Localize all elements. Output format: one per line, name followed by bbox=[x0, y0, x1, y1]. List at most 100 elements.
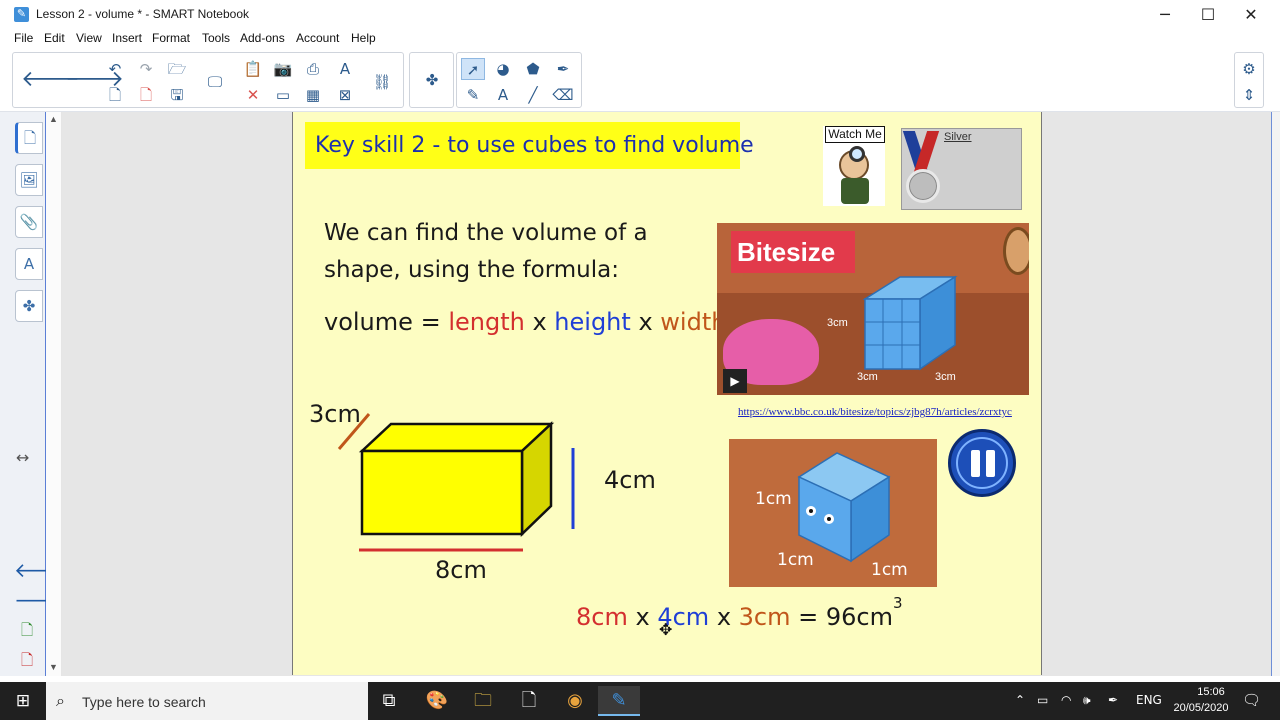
detective-body bbox=[841, 178, 869, 204]
menu-insert[interactable]: Insert bbox=[112, 31, 142, 45]
move-toolbar-icon[interactable]: ⇕ bbox=[1237, 84, 1261, 106]
menu-add-ons[interactable]: Add-ons bbox=[240, 31, 285, 45]
document-app-icon[interactable]: 🗋 bbox=[508, 686, 550, 716]
silver-medal-card[interactable]: Silver bbox=[901, 128, 1022, 210]
volume-answer[interactable]: 8cm x 4cm x 3cm = 96cm3 bbox=[576, 594, 903, 631]
previous-page-icon[interactable]: 🡐 bbox=[14, 558, 68, 582]
line-tool-icon[interactable]: ╱ bbox=[521, 84, 545, 106]
fit-screen-icon[interactable]: ⊠ bbox=[333, 84, 357, 106]
toolbar-settings-group: ⚙ ⇕ bbox=[1234, 52, 1264, 108]
magnifying-glass-icon bbox=[849, 146, 865, 162]
task-view-icon[interactable]: ⧉ bbox=[368, 686, 410, 716]
clock-date[interactable]: 20/05/2020 bbox=[1168, 702, 1234, 714]
pause-bar-right bbox=[986, 450, 995, 477]
eraser-icon[interactable]: ⌫ bbox=[551, 84, 575, 106]
close-button[interactable]: ✕ bbox=[1228, 0, 1274, 30]
next-page-icon[interactable]: 🡒 bbox=[14, 588, 68, 612]
watch-me-image[interactable]: Watch Me bbox=[823, 126, 885, 206]
minimize-button[interactable]: ─ bbox=[1142, 0, 1188, 30]
display-icon[interactable]: 🖵 bbox=[203, 71, 227, 93]
side-tab-bar: 🗋 🖼 📎 A ✤ ↔ 🡐 🡒 🗋 🗋 bbox=[0, 112, 68, 676]
open-folder-icon[interactable]: 🗁 bbox=[165, 58, 189, 80]
shapes-icon[interactable]: ◕ bbox=[491, 58, 515, 80]
toolbar-addons-group: ✤ bbox=[409, 52, 454, 108]
scroll-up-icon[interactable]: ▲ bbox=[49, 114, 58, 124]
screen-capture-icon[interactable]: 📷 bbox=[271, 58, 295, 80]
delete-icon[interactable]: ✕ bbox=[241, 84, 265, 106]
attachments-tab-icon[interactable]: 📎 bbox=[15, 206, 43, 238]
menu-help[interactable]: Help bbox=[351, 31, 376, 45]
pens-icon[interactable]: ✎ bbox=[461, 84, 485, 106]
chrome-icon[interactable]: ◉ bbox=[554, 686, 596, 716]
clock-time[interactable]: 15:06 bbox=[1184, 686, 1238, 698]
formula-times-1: x bbox=[532, 308, 547, 336]
key-skill-banner[interactable]: Key skill 2 - to use cubes to find volum… bbox=[305, 122, 754, 169]
bbc-bitesize-link[interactable]: https://www.bbc.co.uk/bitesize/topics/zj… bbox=[738, 406, 1012, 418]
delete-page-icon[interactable]: 🗋 bbox=[134, 84, 158, 106]
next-page-arrow-icon[interactable]: 🡒 bbox=[65, 65, 124, 95]
scroll-down-icon[interactable]: ▼ bbox=[49, 662, 58, 672]
puzzle-addon-icon[interactable]: ✤ bbox=[420, 69, 444, 91]
unit-cube-image[interactable]: 1cm 1cm 1cm bbox=[729, 439, 937, 587]
battery-icon[interactable]: ▭ bbox=[1037, 693, 1048, 707]
menu-view[interactable]: View bbox=[76, 31, 102, 45]
title-bar: ✎ Lesson 2 - volume * - SMART Notebook ─… bbox=[0, 0, 1280, 30]
paste-icon[interactable]: 📋 bbox=[241, 58, 265, 80]
window-title: Lesson 2 - volume * - SMART Notebook bbox=[36, 7, 249, 21]
watch-me-label: Watch Me bbox=[825, 126, 885, 143]
bitesize-brand-text: Bitesize bbox=[737, 237, 836, 267]
bitesize-video[interactable]: Bitesize 3cm 3cm 3cm ▶ bbox=[717, 223, 1029, 395]
maximize-button[interactable]: ☐ bbox=[1185, 0, 1231, 30]
pen-ink-icon[interactable]: ✒ bbox=[1108, 693, 1118, 707]
volume-icon[interactable]: 🕪 bbox=[1083, 693, 1091, 708]
text-properties-icon[interactable]: A bbox=[333, 58, 357, 80]
fill-icon[interactable]: ⬟ bbox=[521, 58, 545, 80]
menu-edit[interactable]: Edit bbox=[44, 31, 65, 45]
table-icon[interactable]: ▦ bbox=[301, 84, 325, 106]
answer-result: 96cm bbox=[825, 603, 894, 631]
menu-account[interactable]: Account bbox=[296, 31, 339, 45]
settings-gear-icon[interactable]: ⚙ bbox=[1237, 58, 1261, 80]
add-page-side-icon[interactable]: 🗋 bbox=[14, 618, 40, 642]
smart-notebook-taskbar-icon[interactable]: ✎ bbox=[598, 686, 640, 716]
unit-cube-drawing bbox=[797, 452, 891, 563]
previous-page-arrow-icon[interactable]: 🡐 bbox=[21, 65, 80, 95]
menu-tools[interactable]: Tools bbox=[202, 31, 230, 45]
intro-line-2: shape, using the formula: bbox=[324, 257, 619, 283]
select-pointer-icon[interactable]: ➚ bbox=[461, 58, 485, 80]
smart-notebook-app-icon: ✎ bbox=[14, 7, 29, 22]
intro-line-1: We can find the volume of a bbox=[324, 220, 648, 246]
text-tool-icon[interactable]: A bbox=[491, 84, 515, 106]
vertical-scrollbar[interactable]: ▲ ▼ bbox=[46, 112, 62, 676]
menu-format[interactable]: Format bbox=[152, 31, 190, 45]
taskbar-search-box[interactable]: ⌕ Type here to search bbox=[46, 682, 368, 720]
save-icon[interactable]: 🖫 bbox=[165, 84, 189, 106]
pause-button[interactable] bbox=[948, 429, 1016, 497]
redo-icon[interactable]: ↷ bbox=[134, 58, 158, 80]
page-sorter-tab-icon[interactable]: 🗋 bbox=[15, 122, 43, 154]
swap-sidebar-icon[interactable]: ↔ bbox=[16, 448, 29, 467]
file-explorer-icon[interactable]: 🗀 bbox=[462, 686, 504, 716]
magic-pen-icon[interactable]: ✒ bbox=[551, 58, 575, 80]
pause-bar-left bbox=[971, 450, 980, 477]
menu-file[interactable]: File bbox=[14, 31, 33, 45]
language-indicator[interactable]: ENG bbox=[1136, 693, 1162, 707]
document-camera-icon[interactable]: ⎙ bbox=[301, 58, 325, 80]
properties-tab-icon[interactable]: A bbox=[15, 248, 43, 280]
lesson-activity-builder-icon[interactable]: ⛓ bbox=[370, 71, 394, 93]
add-page-icon[interactable]: 🗋 bbox=[103, 84, 127, 106]
toolbar-main-group: 🡐 🡒 ↶ ↷ 🗁 🗋 🗋 🖫 🖵 📋 ✕ 📷 ▭ ⎙ ▦ A ⊠ ⛓ bbox=[12, 52, 404, 108]
wifi-icon[interactable]: ◠ bbox=[1061, 693, 1071, 707]
toolbar-tools-group: ➚ ◕ ⬟ ✒ ✎ A ╱ ⌫ bbox=[456, 52, 582, 108]
delete-page-side-icon[interactable]: 🗋 bbox=[14, 648, 40, 672]
start-windows-icon[interactable]: ⊞ bbox=[0, 682, 46, 720]
screen-shade-icon[interactable]: ▭ bbox=[271, 84, 295, 106]
notebook-page[interactable]: Key skill 2 - to use cubes to find volum… bbox=[292, 112, 1042, 675]
undo-icon[interactable]: ↶ bbox=[103, 58, 127, 80]
add-ons-tab-icon[interactable]: ✤ bbox=[15, 290, 43, 322]
paint-app-icon[interactable]: 🎨 bbox=[416, 686, 458, 716]
show-hidden-icons-icon[interactable]: ⌃ bbox=[1015, 693, 1025, 707]
play-icon[interactable]: ▶ bbox=[723, 369, 747, 393]
gallery-tab-icon[interactable]: 🖼 bbox=[15, 164, 43, 196]
notifications-icon[interactable]: 🗨 bbox=[1242, 691, 1261, 709]
